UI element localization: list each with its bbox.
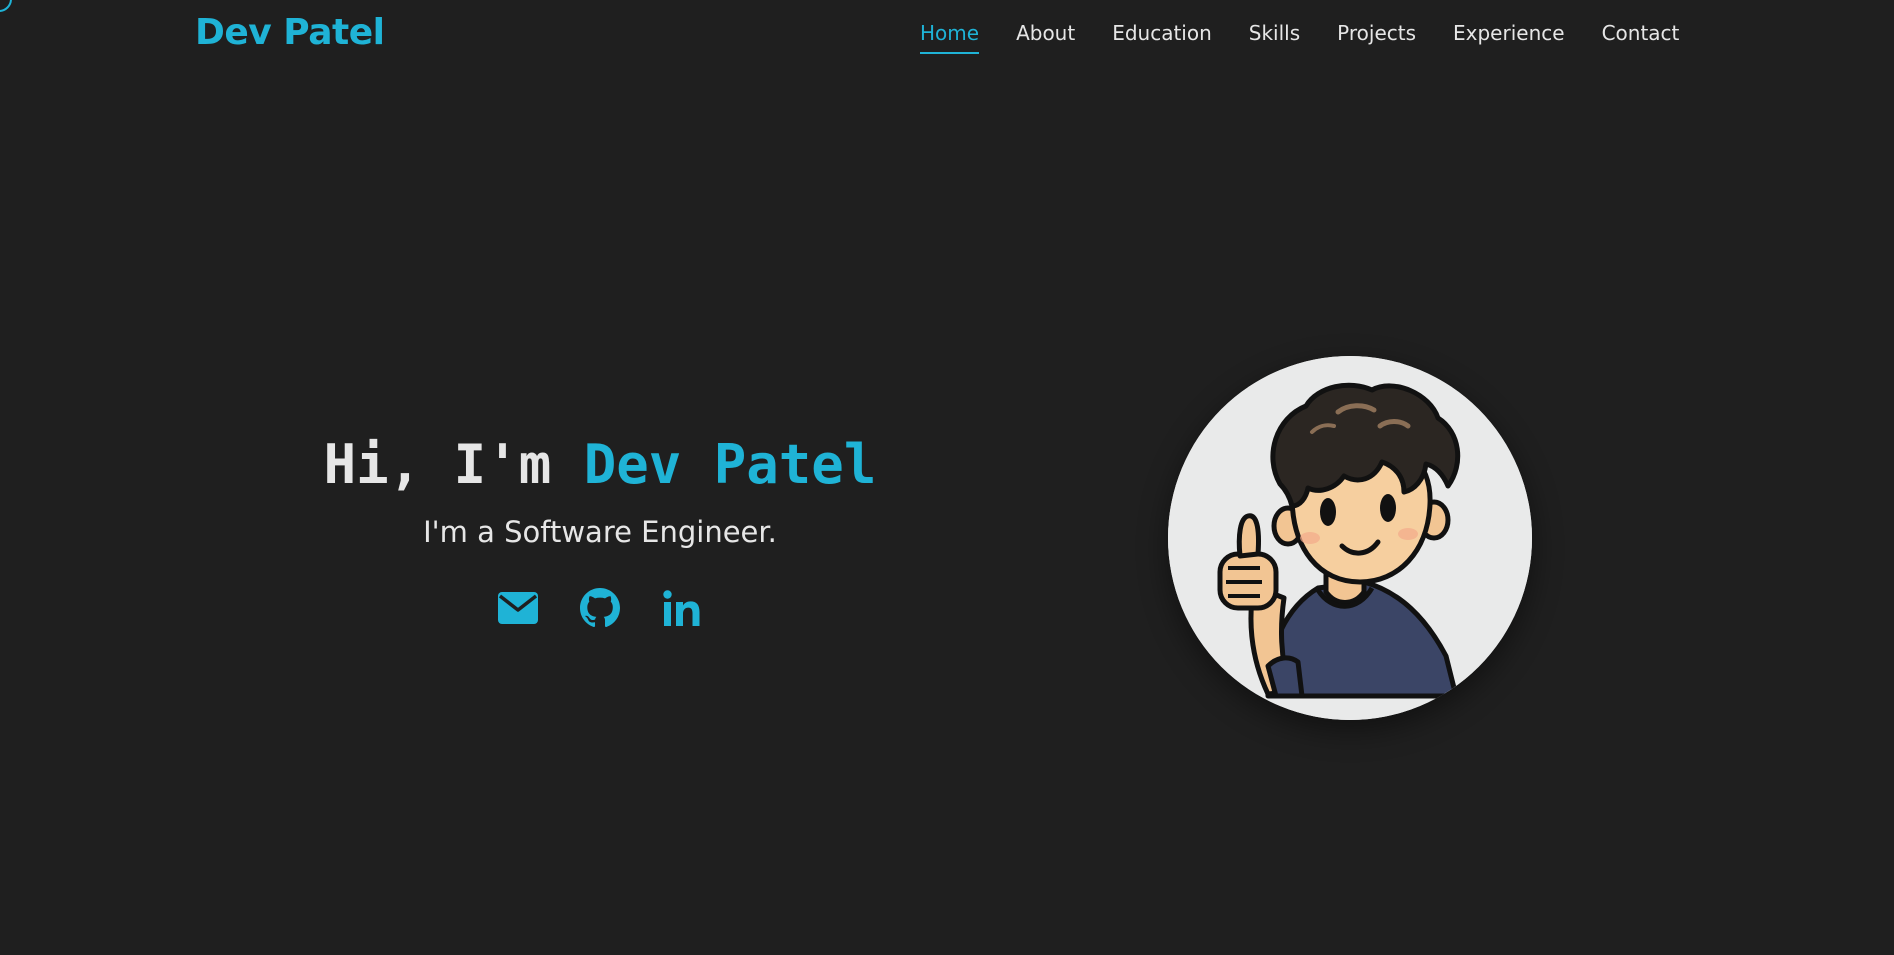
- hero-subtitle: I'm a Software Engineer.: [423, 515, 777, 549]
- nav-link-contact[interactable]: Contact: [1602, 18, 1680, 54]
- email-link[interactable]: [496, 586, 540, 630]
- linkedin-link[interactable]: [660, 586, 704, 630]
- hero-greeting: Hi, I'm: [323, 433, 584, 496]
- envelope-icon: [498, 592, 538, 624]
- nav-link-experience[interactable]: Experience: [1453, 18, 1565, 54]
- hero-heading: Hi, I'm Dev Patel: [200, 430, 1000, 500]
- site-logo[interactable]: Dev Patel: [195, 10, 385, 56]
- main-nav: Home About Education Skills Projects Exp…: [920, 18, 1679, 54]
- nav-link-education[interactable]: Education: [1112, 18, 1212, 54]
- nav-link-projects[interactable]: Projects: [1337, 18, 1416, 54]
- nav-link-skills[interactable]: Skills: [1249, 18, 1300, 54]
- github-icon: [580, 588, 620, 628]
- cartoon-boy-thumbs-up-avatar-icon: [1168, 356, 1532, 720]
- navbar: Dev Patel Home About Education Skills Pr…: [0, 0, 1894, 66]
- hero-section: Hi, I'm Dev Patel I'm a Software Enginee…: [200, 430, 1000, 630]
- github-link[interactable]: [578, 586, 622, 630]
- hero-name: Dev Patel: [583, 433, 877, 496]
- avatar: [1168, 356, 1532, 720]
- nav-link-home[interactable]: Home: [920, 18, 980, 54]
- nav-link-about[interactable]: About: [1016, 18, 1075, 54]
- linkedin-icon: [663, 590, 700, 626]
- social-links: [200, 586, 1000, 630]
